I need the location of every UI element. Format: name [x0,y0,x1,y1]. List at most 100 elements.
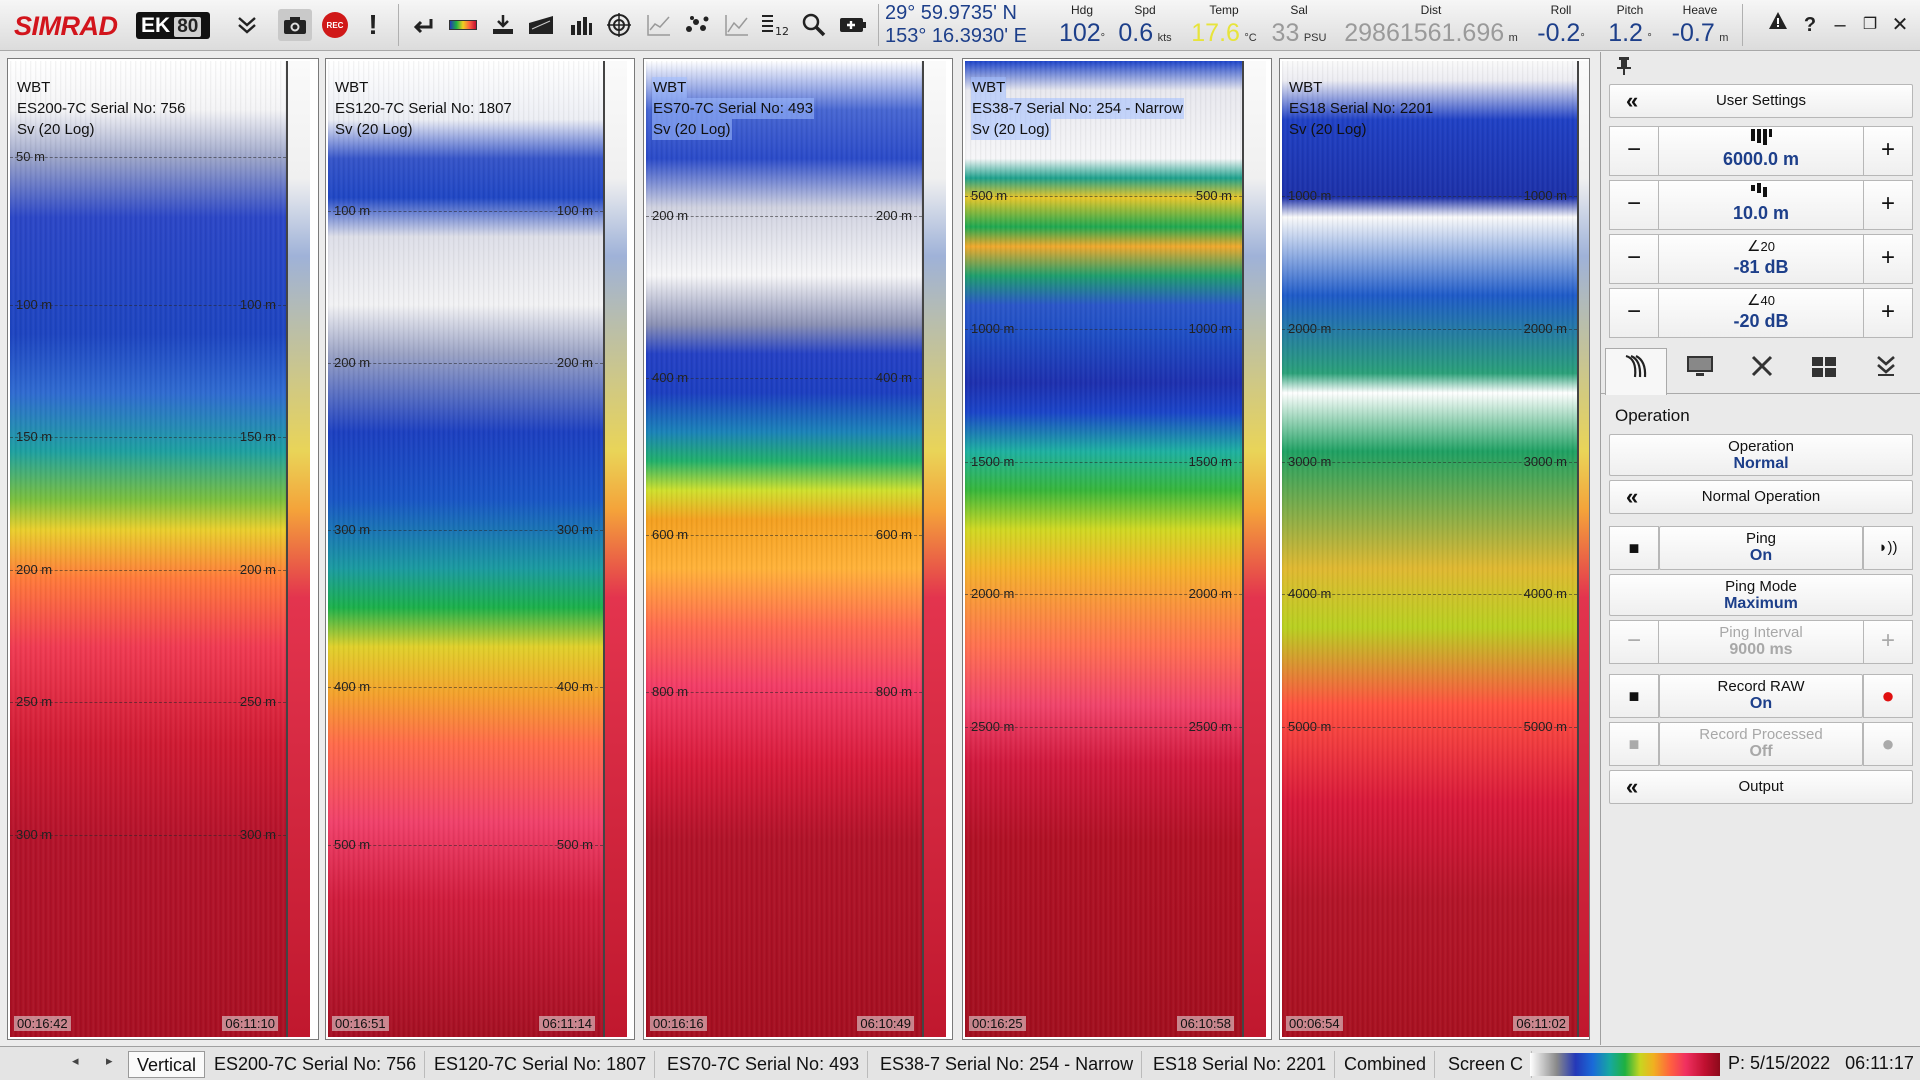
record-raw-button[interactable]: Record RAW On [1659,674,1863,718]
expand-icon[interactable] [230,9,264,41]
echogram-pane[interactable]: WBT ES200-7C Serial No: 756 Sv (20 Log) 50 … [7,58,319,1040]
sonar-icon [1625,354,1647,378]
transceiver-line3: Sv (20 Log) [335,121,413,138]
transceiver-line2: ES38-7 Serial No: 254 - Narrow [971,98,1184,119]
echogram-image[interactable] [965,61,1242,1037]
depth-label: 800 m [652,684,689,699]
heave-unit: m [1719,32,1729,44]
trend-icon[interactable] [720,9,754,41]
echogram-pane[interactable]: WBT ES120-7C Serial No: 1807 Sv (20 Log) 10… [325,58,635,1040]
transceiver-line1: WBT [335,79,369,96]
range-plus-button[interactable]: + [1863,126,1913,176]
numeric-icon[interactable]: 123 [758,9,792,41]
ping-button[interactable]: Ping On [1659,526,1863,570]
battery-icon[interactable] [836,9,870,41]
range-minus-button[interactable]: − [1609,126,1659,176]
normal-operation-button[interactable]: « Normal Operation [1609,480,1913,514]
restore-icon[interactable]: ❐ [1856,10,1884,40]
toolbar-divider [398,4,399,46]
user-settings-button[interactable]: « User Settings [1609,84,1913,118]
color-scale-icon[interactable] [446,9,480,41]
view-tab[interactable]: ES18 Serial No: 2201 [1145,1051,1336,1078]
output-button[interactable]: « Output [1609,770,1913,804]
bottom-icon[interactable] [524,9,558,41]
pin-icon[interactable] [1615,56,1633,82]
depth-label: 200 m [652,208,689,223]
depth-label-right: 300 m [239,827,276,842]
view-tab[interactable]: ES120-7C Serial No: 1807 [426,1051,656,1078]
tab-layout[interactable] [1793,348,1855,394]
distance-unit: m [1508,32,1518,44]
start-range-stepper[interactable]: − 10.0 m + [1609,180,1913,230]
gain2-minus-button[interactable]: − [1609,288,1659,338]
transceiver-line2: ES200-7C Serial No: 756 [17,100,186,117]
echogram-pane[interactable]: WBT ES38-7 Serial No: 254 - Narrow Sv (20 … [962,58,1272,1040]
echogram-image[interactable] [1282,61,1577,1037]
pitch-label: Pitch [1616,3,1644,17]
range-stepper[interactable]: − 6000.0 m + [1609,126,1913,176]
settings-panel: « User Settings − 6000.0 m + − 10.0 m + [1600,52,1920,1045]
view-tab[interactable]: Screen C [1440,1051,1533,1078]
tab-install[interactable] [1855,348,1917,394]
undo-icon[interactable] [406,9,440,41]
view-tab[interactable]: ES38-7 Serial No: 254 - Narrow [872,1051,1143,1078]
tab-setup[interactable] [1731,348,1793,394]
gain-stepper[interactable]: − ∠20 -81 dB + [1609,234,1913,284]
gain-icon: ∠20 [1747,238,1775,255]
view-tab[interactable]: ES200-7C Serial No: 756 [206,1051,426,1078]
target-icon[interactable] [602,9,636,41]
alarm-icon[interactable]: ! [356,9,390,41]
gain-plus-button[interactable]: + [1863,234,1913,284]
depth-label: 1000 m [1288,188,1332,203]
tab-display[interactable] [1669,348,1731,394]
echogram-image[interactable] [10,61,286,1037]
gain-minus-button[interactable]: − [1609,234,1659,284]
record-raw-start-button[interactable]: ● [1863,674,1913,718]
scroll-right-icon[interactable]: ▸ [106,1053,113,1069]
record-icon[interactable]: REC [318,9,352,41]
gain2-plus-button[interactable]: + [1863,288,1913,338]
record-processed-button: Record Processed Off [1659,722,1863,766]
view-tab[interactable]: ES70-7C Serial No: 493 [659,1051,869,1078]
view-tab[interactable]: Vertical [128,1051,206,1078]
operation-value: Normal [1733,455,1789,472]
close-icon[interactable]: ✕ [1886,10,1914,40]
status-bar: ◂ ▸ Vertical ES200-7C Serial No: 756 ES120… [0,1046,1920,1080]
minimize-icon[interactable]: – [1826,10,1854,40]
single-ping-button[interactable]: ◗)) [1863,526,1913,570]
start-range-plus-button[interactable]: + [1863,180,1913,230]
end-time: 06:11:02 [1513,1016,1569,1031]
histogram-icon[interactable] [564,9,598,41]
temperature-value: 17.6 [1191,19,1240,47]
transceiver-line1: WBT [1289,79,1323,96]
view-tab[interactable]: Combined [1336,1051,1436,1078]
depth-label: 200 m [334,355,371,370]
user-settings-label: User Settings [1715,92,1807,109]
record-raw-stop-button[interactable]: ■ [1609,674,1659,718]
warning-icon[interactable] [1764,10,1792,40]
scroll-left-icon[interactable]: ◂ [72,1053,79,1069]
start-range-minus-button[interactable]: − [1609,180,1659,230]
depth-label-right: 600 m [875,527,912,542]
help-icon[interactable]: ? [1796,10,1824,40]
tab-operation[interactable] [1605,348,1667,395]
camera-icon[interactable] [278,9,312,41]
model-name: EK [141,14,171,37]
ping-mode-button[interactable]: Ping Mode Maximum [1609,574,1913,616]
panel-tabs [1601,348,1920,395]
depth-label: 1000 m [971,321,1015,336]
scatter-icon[interactable] [680,9,714,41]
zoom-icon[interactable] [797,9,831,41]
speed-value: 0.6 [1118,19,1154,47]
gain2-stepper[interactable]: − ∠40 -20 dB + [1609,288,1913,338]
ping-stop-button[interactable]: ■ [1609,526,1659,570]
operation-button[interactable]: Operation Normal [1609,434,1913,476]
toolbar-divider [878,4,879,46]
depth-label: 300 m [334,522,371,537]
svg-text:123: 123 [775,25,789,37]
depth-label: 3000 m [1288,454,1332,469]
echogram-pane[interactable]: WBT ES70-7C Serial No: 493 Sv (20 Log) 200 … [643,58,953,1040]
echogram-pane[interactable]: WBT ES18 Serial No: 2201 Sv (20 Log) 1000 m… [1279,58,1590,1040]
chart-icon[interactable] [642,9,676,41]
depth-icon[interactable] [486,9,520,41]
